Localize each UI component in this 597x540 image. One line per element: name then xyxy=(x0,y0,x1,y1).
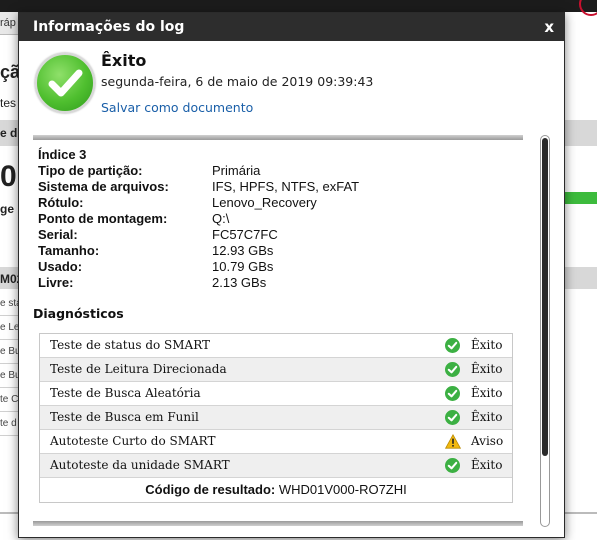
property-label: Rótulo: xyxy=(38,195,84,210)
property-label: Tamanho: xyxy=(38,243,100,258)
diagnostic-status: Êxito xyxy=(471,458,503,472)
diagnostic-status: Êxito xyxy=(471,362,503,376)
property-value: 10.79 GBs xyxy=(212,259,274,274)
background-topbar xyxy=(0,0,597,12)
diagnostic-name: Teste de status do SMART xyxy=(50,338,211,352)
background-small-text: ge xyxy=(0,202,15,216)
property-value: FC57C7FC xyxy=(212,227,278,242)
check-icon xyxy=(445,338,460,353)
diagnostic-name: Teste de Busca Aleatória xyxy=(50,386,201,400)
close-button[interactable]: x xyxy=(544,13,554,41)
diagnostic-status: Êxito xyxy=(471,386,503,400)
property-value: Q:\ xyxy=(212,211,230,226)
separator xyxy=(33,135,523,140)
diagnostics-table: Teste de status do SMART Êxito Teste de Le… xyxy=(39,333,513,503)
property-value: 2.13 GBs xyxy=(212,275,267,290)
property-label: Usado: xyxy=(38,259,83,274)
status-header: Êxito segunda-feira, 6 de maio de 2019 0… xyxy=(33,51,553,131)
diagnostic-row: Teste de Busca em Funil Êxito xyxy=(40,406,512,430)
property-value: Primária xyxy=(212,163,261,178)
vertical-scrollbar[interactable] xyxy=(540,135,550,527)
diagnostic-name: Teste de Busca em Funil xyxy=(50,410,199,424)
result-code-row: Código de resultado: WHD01V000-RO7ZHI xyxy=(40,478,512,502)
property-label: Ponto de montagem: xyxy=(38,211,168,226)
dialog-titlebar[interactable]: Informações do log x xyxy=(19,13,564,41)
diagnostics-heading: Diagnósticos xyxy=(33,306,124,321)
property-label: Sistema de arquivos: xyxy=(38,179,169,194)
separator xyxy=(33,521,523,526)
diagnostic-status: Aviso xyxy=(471,434,504,448)
property-value: 12.93 GBs xyxy=(212,243,274,258)
property-label: Livre: xyxy=(38,275,74,290)
background-text: tes xyxy=(0,96,17,110)
background-section-bar-right xyxy=(561,120,597,146)
diagnostic-status: Êxito xyxy=(471,410,503,424)
result-code-value: WHD01V000-RO7ZHI xyxy=(278,482,407,497)
check-icon xyxy=(445,458,460,473)
check-icon xyxy=(445,362,460,377)
diagnostic-name: Autoteste da unidade SMART xyxy=(50,458,230,472)
dialog-title: Informações do log xyxy=(33,19,185,35)
check-icon xyxy=(445,386,460,401)
diagnostic-row: Teste de status do SMART Êxito xyxy=(40,334,512,358)
log-content: Índice 3 Tipo de partição: Primária Sistema… xyxy=(33,133,523,531)
property-label: Tipo de partição: xyxy=(38,163,143,178)
background-column-header-right xyxy=(561,267,597,289)
property-value: IFS, HPFS, NTFS, exFAT xyxy=(212,179,360,194)
diagnostic-status: Êxito xyxy=(471,338,503,352)
scrollbar-thumb[interactable] xyxy=(542,138,548,456)
background-big-number: 0 xyxy=(0,160,17,193)
background-brand-mark xyxy=(579,0,597,16)
diagnostic-row: Autoteste Curto do SMART Aviso xyxy=(40,430,512,454)
result-code-label: Código de resultado: xyxy=(145,482,276,497)
warning-icon xyxy=(444,433,462,449)
diagnostic-name: Teste de Leitura Direcionada xyxy=(50,362,227,376)
property-label: Serial: xyxy=(38,227,78,242)
diagnostic-row: Autoteste da unidade SMART Êxito xyxy=(40,454,512,478)
log-info-dialog: Informações do log x Êxito segunda-feira… xyxy=(18,12,565,538)
diagnostic-name: Autoteste Curto do SMART xyxy=(50,434,216,448)
background-progress-bar xyxy=(561,192,597,204)
property-value: Lenovo_Recovery xyxy=(212,195,317,210)
save-as-document-link[interactable]: Salvar como documento xyxy=(101,100,253,115)
status-date: segunda-feira, 6 de maio de 2019 09:39:4… xyxy=(101,74,374,89)
diagnostic-row: Teste de Busca Aleatória Êxito xyxy=(40,382,512,406)
check-icon xyxy=(445,410,460,425)
status-title: Êxito xyxy=(101,51,147,70)
success-check-icon xyxy=(35,53,95,113)
diagnostic-row: Teste de Leitura Direcionada Êxito xyxy=(40,358,512,382)
property-label: Índice 3 xyxy=(38,147,87,162)
